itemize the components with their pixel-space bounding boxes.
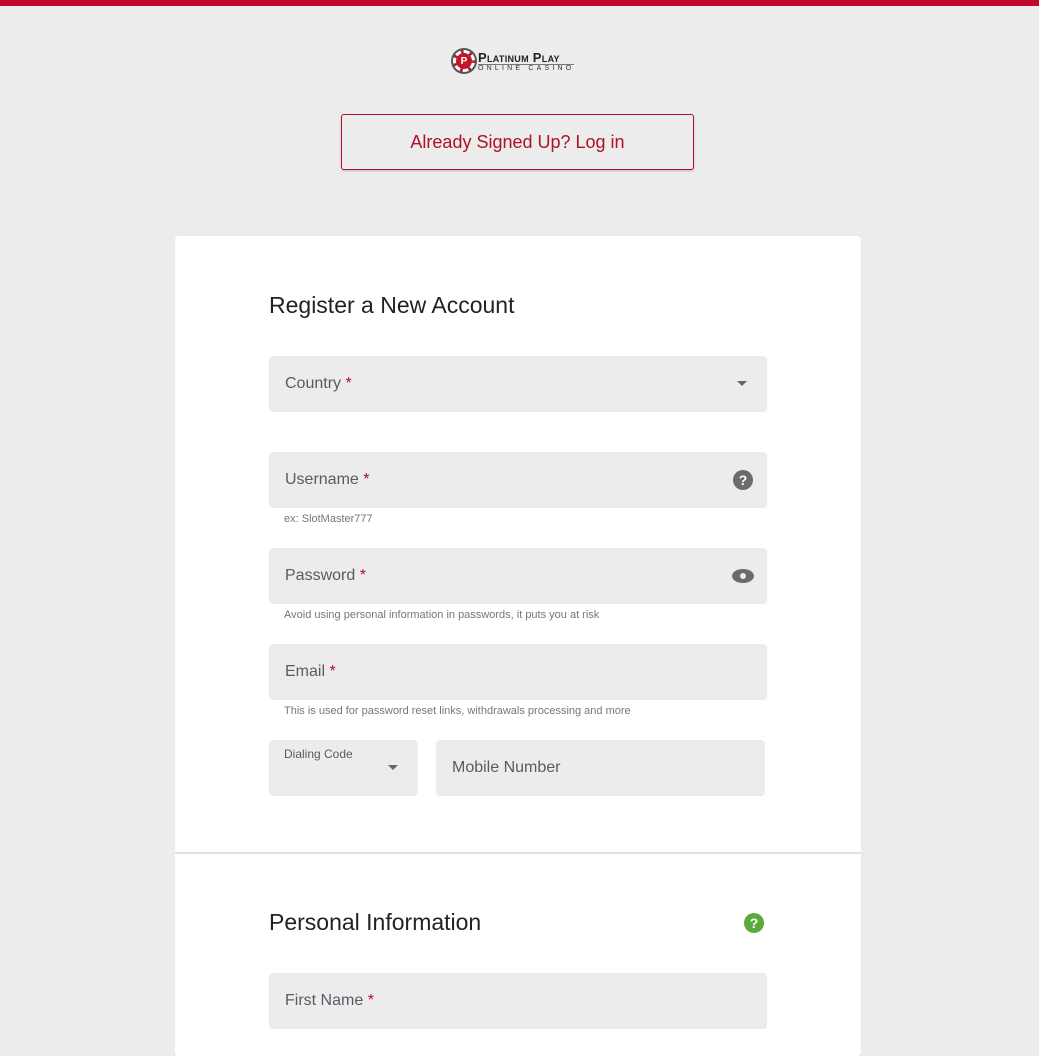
personal-info-title: Personal Information (269, 909, 482, 935)
mobile-placeholder: Mobile Number (452, 759, 561, 776)
required-mark: * (367, 992, 374, 1009)
section-divider (175, 852, 861, 854)
top-accent-bar (0, 0, 1039, 6)
password-hint: Avoid using personal information in pass… (284, 609, 600, 621)
chevron-down-icon (737, 381, 747, 386)
required-mark: * (345, 375, 352, 392)
username-label: Username (285, 471, 359, 488)
brand-logo[interactable]: P Platinum Play ONLINE CASINO (453, 50, 575, 72)
help-icon[interactable]: ? (733, 470, 753, 490)
password-label: Password (285, 567, 356, 584)
help-icon[interactable]: ? (744, 913, 764, 933)
required-mark: * (329, 663, 336, 680)
mobile-number-input[interactable]: Mobile Number (436, 740, 765, 796)
login-button[interactable]: Already Signed Up? Log in (341, 114, 694, 170)
eye-icon[interactable] (732, 569, 754, 583)
required-mark: * (359, 567, 366, 584)
registration-card: Register a New Account Country * Usernam… (175, 236, 861, 1056)
dialing-code-select[interactable]: Dialing Code (269, 740, 418, 796)
dialing-code-label: Dialing Code (284, 747, 353, 761)
first-name-label: First Name (285, 992, 364, 1009)
logo-title: Platinum Play (478, 51, 575, 65)
register-title: Register a New Account (269, 292, 515, 318)
chevron-down-icon (388, 765, 398, 770)
required-mark: * (363, 471, 370, 488)
logo-subtitle: ONLINE CASINO (478, 64, 575, 72)
email-field[interactable]: Email * (269, 644, 767, 700)
username-hint: ex: SlotMaster777 (284, 513, 373, 525)
first-name-field[interactable]: First Name * (269, 973, 767, 1029)
country-select[interactable]: Country * (269, 356, 767, 412)
username-field[interactable]: Username * ? (269, 452, 767, 508)
country-label: Country (285, 375, 342, 392)
email-label: Email (285, 663, 326, 680)
email-hint: This is used for password reset links, w… (284, 705, 631, 717)
password-field[interactable]: Password * (269, 548, 767, 604)
casino-chip-icon: P (453, 50, 475, 72)
